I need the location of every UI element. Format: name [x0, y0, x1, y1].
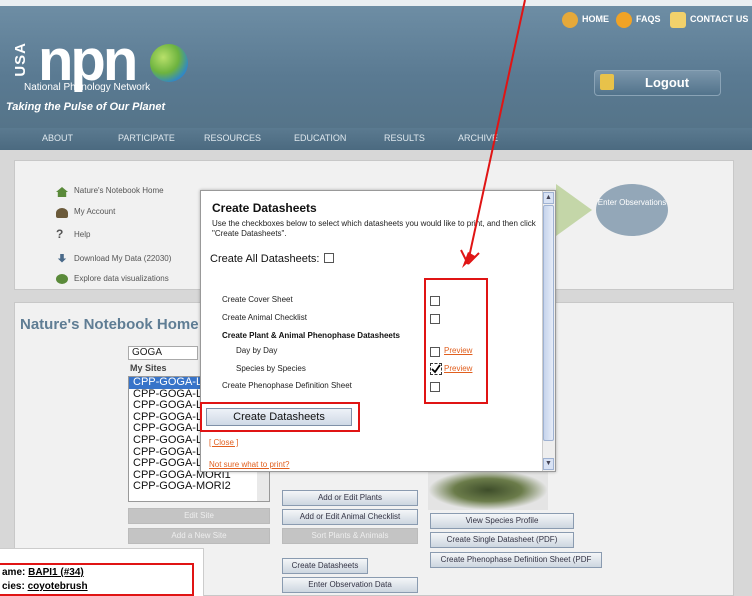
list-item[interactable]: CPP-GOGA-MORI2	[129, 481, 269, 493]
lock-icon	[600, 74, 614, 90]
species-by-species-label: Species by Species	[236, 364, 306, 373]
animal-checklist-label: Create Animal Checklist	[222, 313, 307, 322]
phenophase-definition-label: Create Phenophase Definition Sheet	[222, 381, 352, 390]
home-link[interactable]: HOME	[582, 14, 609, 24]
chart-icon	[56, 274, 68, 284]
dialog-scroll-thumb[interactable]	[543, 205, 554, 441]
edit-site-button[interactable]: Edit Site	[128, 508, 270, 524]
view-species-profile-button[interactable]: View Species Profile	[430, 513, 574, 529]
page-title: Nature's Notebook Home	[20, 316, 199, 333]
dialog-description: Use the checkboxes below to select which…	[212, 219, 536, 238]
inset-name-label: ame:	[2, 567, 26, 578]
help-icon: ?	[56, 227, 64, 241]
my-sites-label: My Sites	[130, 363, 167, 373]
quicklink-my-account[interactable]: My Account	[74, 207, 115, 216]
contact-link[interactable]: CONTACT US	[690, 14, 748, 24]
site-group-select[interactable]: GOGA	[128, 346, 198, 360]
create-single-datasheet-button[interactable]: Create Single Datasheet (PDF)	[430, 532, 574, 548]
create-all-checkbox[interactable]	[324, 253, 334, 263]
person-icon	[56, 208, 68, 218]
quicklink-notebook-home[interactable]: Nature's Notebook Home	[74, 186, 164, 195]
tagline: Taking the Pulse of Our Planet	[6, 101, 166, 113]
create-phenophase-definition-button[interactable]: Create Phenophase Definition Sheet (PDF	[430, 552, 602, 568]
day-by-day-label: Day by Day	[236, 346, 278, 355]
scroll-up-icon[interactable]: ▲	[543, 192, 554, 204]
cover-sheet-label: Create Cover Sheet	[222, 295, 293, 304]
nav-results[interactable]: RESULTS	[384, 133, 425, 143]
species-image	[428, 470, 548, 510]
quicklink-explore-viz[interactable]: Explore data visualizations	[74, 274, 169, 283]
create-all-label: Create All Datasheets:	[210, 253, 320, 265]
inset-name-value: BAPI1 (#34)	[28, 567, 84, 578]
not-sure-link[interactable]: Not sure what to print?	[209, 460, 289, 469]
create-datasheets-main-button[interactable]: Create Datasheets	[282, 558, 368, 574]
logo-globe-icon	[150, 44, 188, 82]
faqs-link[interactable]: FAQS	[636, 14, 661, 24]
home-icon[interactable]	[562, 12, 578, 28]
nav-resources[interactable]: RESOURCES	[204, 133, 261, 143]
quicklink-download-data[interactable]: Download My Data (22030)	[74, 254, 171, 263]
mail-icon[interactable]	[670, 12, 686, 28]
dialog-title: Create Datasheets	[212, 201, 317, 215]
phenophase-datasheets-heading: Create Plant & Animal Phenophase Datashe…	[222, 331, 400, 340]
faqs-icon[interactable]	[616, 12, 632, 28]
inset-species-row: cies: coyotebrush	[2, 581, 88, 592]
logo-usa-text: USA	[12, 42, 29, 77]
inset-species-value: coyotebrush	[27, 581, 88, 592]
inset-species-label: cies:	[2, 581, 25, 592]
sort-plants-animals-button[interactable]: Sort Plants & Animals	[282, 528, 418, 544]
nav-archive[interactable]: ARCHIVE	[458, 133, 498, 143]
top-strip	[0, 0, 752, 6]
main-nav	[0, 128, 752, 150]
nav-about[interactable]: ABOUT	[42, 133, 73, 143]
step-arrow	[556, 184, 592, 236]
add-edit-animal-checklist-button[interactable]: Add or Edit Animal Checklist	[282, 509, 418, 525]
inset-name-row: ame: BAPI1 (#34)	[2, 567, 84, 578]
enter-observation-data-button[interactable]: Enter Observation Data	[282, 577, 418, 593]
nav-education[interactable]: EDUCATION	[294, 133, 346, 143]
logo-subtitle: National Phenology Network	[24, 82, 151, 93]
add-new-site-button[interactable]: Add a New Site	[128, 528, 270, 544]
annotation-checkbox-highlight	[424, 278, 488, 404]
scroll-down-icon[interactable]: ▼	[543, 458, 554, 470]
quicklink-help[interactable]: Help	[74, 230, 90, 239]
annotation-button-highlight	[200, 402, 360, 432]
add-edit-plants-button[interactable]: Add or Edit Plants	[282, 490, 418, 506]
nav-participate[interactable]: PARTICIPATE	[118, 133, 175, 143]
close-link[interactable]: [ Close ]	[209, 438, 238, 447]
step-enter-observations[interactable]: Enter Observations	[596, 184, 668, 236]
